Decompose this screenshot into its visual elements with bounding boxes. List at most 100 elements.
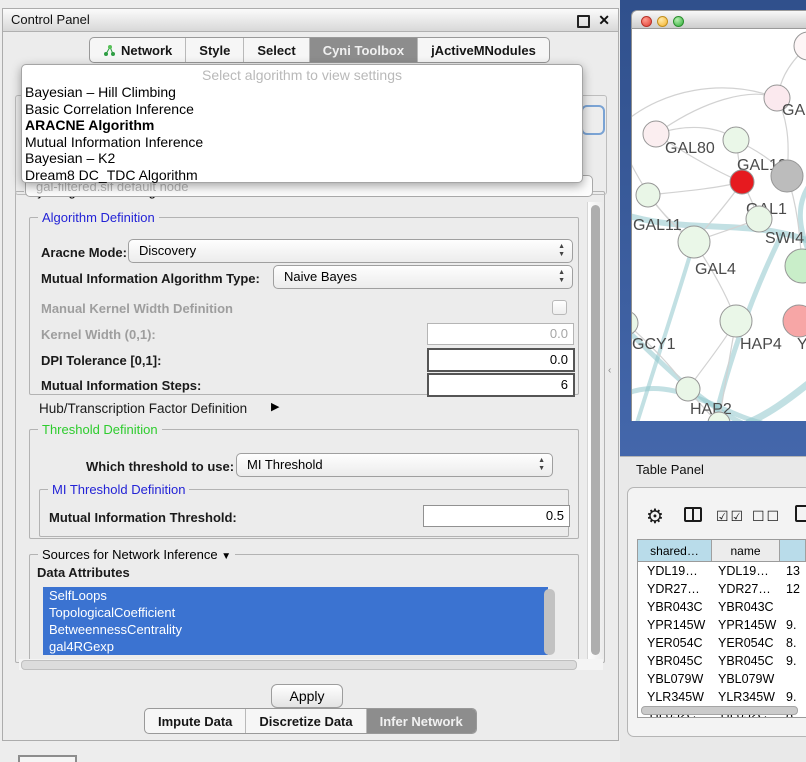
data-attributes-list: SelfLoopsTopologicalCoefficientBetweenne…: [43, 587, 559, 659]
aracne-mode-value: Discovery: [139, 243, 196, 258]
tab-discretize-data[interactable]: Discretize Data: [245, 709, 365, 733]
network-edge[interactable]: [632, 88, 777, 121]
network-icon: [103, 44, 116, 57]
table-column-header-name[interactable]: name: [712, 540, 780, 561]
network-node-gal1[interactable]: [730, 170, 754, 194]
mi-algorithm-type-value: Naive Bayes: [284, 269, 357, 284]
dpi-tolerance-field[interactable]: 0.0: [427, 348, 575, 372]
network-node-hap2[interactable]: [676, 377, 700, 401]
network-node[interactable]: [785, 249, 806, 283]
network-node[interactable]: [771, 160, 803, 192]
tab-network[interactable]: Network: [90, 38, 185, 62]
table-cell: YLR345W: [712, 688, 780, 706]
tab-style[interactable]: Style: [185, 38, 243, 62]
table-row[interactable]: YBL079WYBL079W: [638, 670, 806, 688]
algorithm-option[interactable]: Bayesian – Hill Climbing: [22, 84, 582, 101]
network-view-canvas[interactable]: GALGAL80GAL10GAL1GAL11SWI4GAL4GCY1HAP4YH…: [631, 29, 806, 421]
aracne-mode-combo[interactable]: Discovery ▲▼: [128, 239, 573, 263]
table-row[interactable]: YDR27…YDR27…12: [638, 580, 806, 598]
algorithm-option[interactable]: Bayesian – K2: [22, 150, 582, 167]
zoom-traffic-light-icon[interactable]: [673, 16, 684, 27]
table-row[interactable]: YDL19…YDL19…13: [638, 562, 806, 580]
mi-steps-label: Mutual Information Steps:: [41, 378, 201, 393]
minimize-traffic-light-icon[interactable]: [657, 16, 668, 27]
network-node[interactable]: [794, 32, 806, 60]
table-cell: [780, 670, 806, 688]
network-node-gal4[interactable]: [678, 226, 710, 258]
table-row[interactable]: YBR043CYBR043C: [638, 598, 806, 616]
document-icon[interactable]: [795, 505, 806, 522]
network-edge[interactable]: [747, 379, 806, 421]
algorithm-dropdown-items: Bayesian – Hill ClimbingBasic Correlatio…: [22, 84, 582, 184]
table-cell: YDL19…: [712, 562, 780, 580]
which-threshold-combo[interactable]: MI Threshold ▲▼: [236, 453, 553, 477]
network-node-hap4[interactable]: [720, 305, 752, 337]
network-edge[interactable]: [656, 94, 777, 134]
settings-hscrollbar-thumb[interactable]: [21, 660, 577, 670]
data-attribute-item-selected[interactable]: gal4RGexp: [43, 638, 548, 655]
mi-algorithm-type-combo[interactable]: Naive Bayes ▲▼: [273, 265, 573, 289]
close-traffic-light-icon[interactable]: [641, 16, 652, 27]
tab-select[interactable]: Select: [243, 38, 308, 62]
float-window-icon[interactable]: [577, 15, 590, 28]
settings-hscrollbar[interactable]: [19, 659, 603, 670]
deselect-all-checkboxes-icon[interactable]: ☐☐: [752, 508, 781, 525]
tab-jactivemnodules[interactable]: jActiveMNodules: [417, 38, 549, 62]
network-window-titlebar[interactable]: [631, 10, 806, 29]
minimized-panel-fragment[interactable]: [18, 755, 77, 762]
data-attribute-item-selected[interactable]: BetweennessCentrality: [43, 621, 548, 638]
table-column-header-shared[interactable]: shared…: [638, 540, 712, 561]
mi-threshold-field[interactable]: 0.5: [423, 505, 570, 527]
network-node-swi4[interactable]: [746, 206, 772, 232]
network-node-label: GCY1: [632, 336, 676, 353]
table-cell: YBR045C: [712, 652, 780, 670]
data-attribute-item-selected[interactable]: SelfLoops: [43, 587, 548, 604]
manual-kernel-width-checkbox[interactable]: [552, 300, 567, 315]
kernel-width-field[interactable]: 0.0: [427, 323, 574, 345]
settings-vscrollbar-thumb[interactable]: [591, 205, 600, 655]
mi-threshold-group-title: MI Threshold Definition: [48, 482, 189, 497]
network-node-gal11[interactable]: [636, 183, 660, 207]
algorithm-option[interactable]: Dream8 DC_TDC Algorithm: [22, 167, 582, 184]
tab-label: Select: [257, 43, 295, 58]
close-icon[interactable]: ✕: [598, 11, 610, 29]
network-node-gal10[interactable]: [723, 127, 749, 153]
mi-steps-field[interactable]: 6: [427, 373, 575, 397]
gear-icon[interactable]: ⚙: [646, 504, 664, 529]
network-node-gcy1[interactable]: [632, 311, 638, 335]
tab-infer-network[interactable]: Infer Network: [366, 709, 476, 733]
table-cell: 8.: [780, 634, 806, 652]
apply-button[interactable]: Apply: [271, 684, 343, 708]
table-column-header[interactable]: [780, 540, 806, 561]
table-row[interactable]: YBR045CYBR045C9.: [638, 652, 806, 670]
network-edge[interactable]: [648, 182, 742, 195]
hub-section-label[interactable]: Hub/Transcription Factor Definition: [39, 401, 247, 416]
table-hscrollbar-thumb[interactable]: [641, 706, 798, 715]
network-node-y[interactable]: [783, 305, 806, 337]
threshold-definition-title: Threshold Definition: [38, 422, 162, 437]
select-all-checkboxes-icon[interactable]: ☑☑: [716, 508, 745, 525]
expand-arrow-icon[interactable]: ▶: [271, 400, 279, 413]
algorithm-option[interactable]: Mutual Information Inference: [22, 134, 582, 151]
algorithm-combo-fragment[interactable]: [581, 105, 605, 135]
table-cell: 9.: [780, 616, 806, 634]
panel-divider-handle[interactable]: ‹: [608, 365, 611, 376]
table-row[interactable]: YPR145WYPR145W9.: [638, 616, 806, 634]
attributes-list-scrollbar[interactable]: [544, 589, 555, 655]
data-attribute-item-selected[interactable]: TopologicalCoefficient: [43, 604, 548, 621]
columns-icon[interactable]: [684, 507, 702, 522]
control-panel-window: Control Panel ✕ NetworkStyleSelectCyni T…: [2, 8, 619, 741]
table-cell: YER054C: [712, 634, 780, 652]
algorithm-option[interactable]: ARACNE Algorithm: [22, 117, 582, 134]
tab-cyni-toolbox[interactable]: Cyni Toolbox: [309, 38, 417, 62]
table-cell: YBR043C: [712, 598, 780, 616]
dpi-tolerance-label: DPI Tolerance [0,1]:: [41, 353, 161, 368]
settings-vscrollbar[interactable]: [587, 202, 603, 664]
algorithm-option[interactable]: Basic Correlation Inference: [22, 101, 582, 118]
table-row[interactable]: YLR345WYLR345W9.: [638, 688, 806, 706]
tab-label: Cyni Toolbox: [323, 43, 404, 58]
network-node-label: GAL11: [633, 217, 682, 234]
tab-impute-data[interactable]: Impute Data: [145, 709, 245, 733]
table-row[interactable]: YER054CYER054C8.: [638, 634, 806, 652]
sources-group-title[interactable]: Sources for Network Inference ▼: [38, 547, 235, 562]
